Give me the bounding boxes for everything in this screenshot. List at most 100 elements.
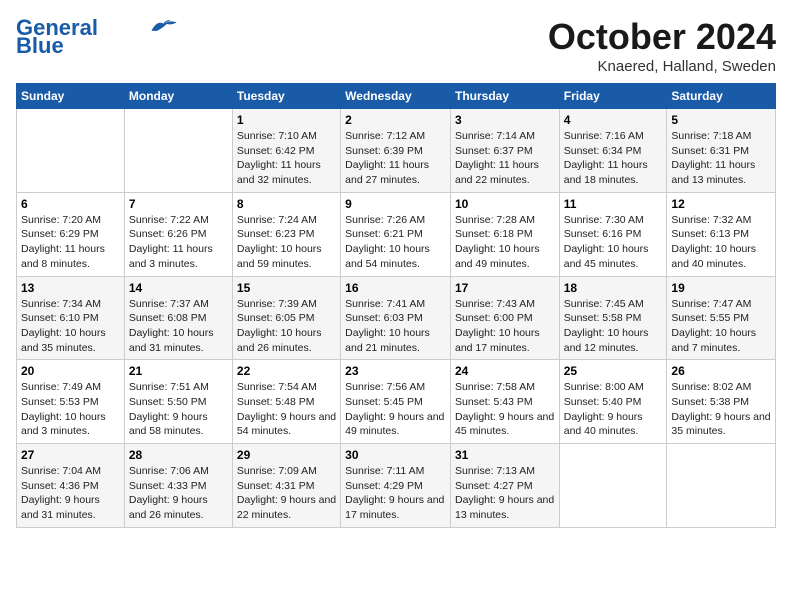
day-number: 2	[345, 113, 446, 127]
day-of-week-header: Tuesday	[232, 84, 340, 109]
day-number: 3	[455, 113, 555, 127]
calendar-cell: 5 Sunrise: 7:18 AM Sunset: 6:31 PM Daylig…	[667, 109, 776, 193]
day-info: Sunrise: 7:22 AM Sunset: 6:26 PM Dayligh…	[129, 213, 228, 272]
day-number: 19	[671, 281, 771, 295]
day-info: Sunrise: 7:47 AM Sunset: 5:55 PM Dayligh…	[671, 297, 771, 356]
day-info: Sunrise: 7:49 AM Sunset: 5:53 PM Dayligh…	[21, 380, 120, 439]
logo: General Blue	[16, 16, 178, 58]
day-number: 17	[455, 281, 555, 295]
calendar-cell: 21 Sunrise: 7:51 AM Sunset: 5:50 PM Dayli…	[124, 360, 232, 444]
day-number: 9	[345, 197, 446, 211]
day-number: 14	[129, 281, 228, 295]
calendar-cell: 2 Sunrise: 7:12 AM Sunset: 6:39 PM Daylig…	[341, 109, 451, 193]
calendar-cell: 14 Sunrise: 7:37 AM Sunset: 6:08 PM Dayli…	[124, 276, 232, 360]
day-info: Sunrise: 7:06 AM Sunset: 4:33 PM Dayligh…	[129, 464, 228, 523]
day-of-week-header: Friday	[559, 84, 667, 109]
page-header: General Blue October 2024 Knaered, Halla…	[16, 16, 776, 75]
logo-blue-text: Blue	[16, 34, 64, 58]
day-info: Sunrise: 7:56 AM Sunset: 5:45 PM Dayligh…	[345, 380, 446, 439]
day-of-week-header: Wednesday	[341, 84, 451, 109]
day-number: 6	[21, 197, 120, 211]
day-of-week-header: Saturday	[667, 84, 776, 109]
day-number: 26	[671, 364, 771, 378]
day-info: Sunrise: 7:58 AM Sunset: 5:43 PM Dayligh…	[455, 380, 555, 439]
day-info: Sunrise: 7:24 AM Sunset: 6:23 PM Dayligh…	[237, 213, 336, 272]
calendar-cell: 30 Sunrise: 7:11 AM Sunset: 4:29 PM Dayli…	[341, 444, 451, 528]
calendar-cell: 23 Sunrise: 7:56 AM Sunset: 5:45 PM Dayli…	[341, 360, 451, 444]
day-info: Sunrise: 7:10 AM Sunset: 6:42 PM Dayligh…	[237, 129, 336, 188]
calendar-cell: 11Sunrise: 7:30 AM Sunset: 6:16 PM Dayli…	[559, 192, 667, 276]
month-title: October 2024	[548, 16, 776, 58]
day-of-week-header: Sunday	[17, 84, 125, 109]
calendar-cell: 3 Sunrise: 7:14 AM Sunset: 6:37 PM Daylig…	[450, 109, 559, 193]
calendar-cell: 16 Sunrise: 7:41 AM Sunset: 6:03 PM Dayli…	[341, 276, 451, 360]
day-number: 10	[455, 197, 555, 211]
day-info: Sunrise: 7:45 AM Sunset: 5:58 PM Dayligh…	[564, 297, 663, 356]
day-number: 31	[455, 448, 555, 462]
day-number: 1	[237, 113, 336, 127]
day-number: 12	[671, 197, 771, 211]
day-of-week-header: Thursday	[450, 84, 559, 109]
calendar-cell: 9 Sunrise: 7:26 AM Sunset: 6:21 PM Daylig…	[341, 192, 451, 276]
calendar-cell	[559, 444, 667, 528]
day-number: 16	[345, 281, 446, 295]
day-info: Sunrise: 7:32 AM Sunset: 6:13 PM Dayligh…	[671, 213, 771, 272]
day-number: 15	[237, 281, 336, 295]
calendar-cell: 31 Sunrise: 7:13 AM Sunset: 4:27 PM Dayli…	[450, 444, 559, 528]
day-number: 20	[21, 364, 120, 378]
day-number: 21	[129, 364, 228, 378]
day-number: 22	[237, 364, 336, 378]
calendar-cell: 22 Sunrise: 7:54 AM Sunset: 5:48 PM Dayli…	[232, 360, 340, 444]
day-number: 13	[21, 281, 120, 295]
calendar-cell: 19 Sunrise: 7:47 AM Sunset: 5:55 PM Dayli…	[667, 276, 776, 360]
day-info: Sunrise: 7:14 AM Sunset: 6:37 PM Dayligh…	[455, 129, 555, 188]
day-number: 30	[345, 448, 446, 462]
day-info: Sunrise: 7:51 AM Sunset: 5:50 PM Dayligh…	[129, 380, 228, 439]
day-info: Sunrise: 7:41 AM Sunset: 6:03 PM Dayligh…	[345, 297, 446, 356]
calendar-cell: 29 Sunrise: 7:09 AM Sunset: 4:31 PM Dayli…	[232, 444, 340, 528]
calendar-cell: 6 Sunrise: 7:20 AM Sunset: 6:29 PM Daylig…	[17, 192, 125, 276]
day-info: Sunrise: 7:16 AM Sunset: 6:34 PM Dayligh…	[564, 129, 663, 188]
day-info: Sunrise: 7:12 AM Sunset: 6:39 PM Dayligh…	[345, 129, 446, 188]
calendar-cell	[124, 109, 232, 193]
calendar-cell: 28Sunrise: 7:06 AM Sunset: 4:33 PM Dayli…	[124, 444, 232, 528]
calendar-cell: 26 Sunrise: 8:02 AM Sunset: 5:38 PM Dayli…	[667, 360, 776, 444]
location: Knaered, Halland, Sweden	[548, 58, 776, 75]
day-info: Sunrise: 7:04 AM Sunset: 4:36 PM Dayligh…	[21, 464, 120, 523]
calendar-cell: 25 Sunrise: 8:00 AM Sunset: 5:40 PM Dayli…	[559, 360, 667, 444]
day-number: 24	[455, 364, 555, 378]
calendar-cell: 13 Sunrise: 7:34 AM Sunset: 6:10 PM Dayli…	[17, 276, 125, 360]
calendar-cell: 7Sunrise: 7:22 AM Sunset: 6:26 PM Daylig…	[124, 192, 232, 276]
day-info: Sunrise: 7:18 AM Sunset: 6:31 PM Dayligh…	[671, 129, 771, 188]
day-of-week-header: Monday	[124, 84, 232, 109]
day-number: 23	[345, 364, 446, 378]
title-block: October 2024 Knaered, Halland, Sweden	[548, 16, 776, 75]
day-info: Sunrise: 7:39 AM Sunset: 6:05 PM Dayligh…	[237, 297, 336, 356]
day-info: Sunrise: 7:37 AM Sunset: 6:08 PM Dayligh…	[129, 297, 228, 356]
day-number: 11	[564, 197, 663, 211]
day-info: Sunrise: 7:13 AM Sunset: 4:27 PM Dayligh…	[455, 464, 555, 523]
calendar-cell: 12 Sunrise: 7:32 AM Sunset: 6:13 PM Dayli…	[667, 192, 776, 276]
day-info: Sunrise: 7:54 AM Sunset: 5:48 PM Dayligh…	[237, 380, 336, 439]
day-info: Sunrise: 7:20 AM Sunset: 6:29 PM Dayligh…	[21, 213, 120, 272]
calendar-table: SundayMondayTuesdayWednesdayThursdayFrid…	[16, 83, 776, 528]
calendar-cell: 15 Sunrise: 7:39 AM Sunset: 6:05 PM Dayli…	[232, 276, 340, 360]
day-number: 8	[237, 197, 336, 211]
calendar-cell	[667, 444, 776, 528]
calendar-cell: 27Sunrise: 7:04 AM Sunset: 4:36 PM Dayli…	[17, 444, 125, 528]
day-number: 5	[671, 113, 771, 127]
day-info: Sunrise: 7:11 AM Sunset: 4:29 PM Dayligh…	[345, 464, 446, 523]
calendar-cell: 1 Sunrise: 7:10 AM Sunset: 6:42 PM Daylig…	[232, 109, 340, 193]
day-info: Sunrise: 7:34 AM Sunset: 6:10 PM Dayligh…	[21, 297, 120, 356]
day-number: 25	[564, 364, 663, 378]
day-info: Sunrise: 7:09 AM Sunset: 4:31 PM Dayligh…	[237, 464, 336, 523]
calendar-cell: 18Sunrise: 7:45 AM Sunset: 5:58 PM Dayli…	[559, 276, 667, 360]
calendar-cell: 4Sunrise: 7:16 AM Sunset: 6:34 PM Daylig…	[559, 109, 667, 193]
day-info: Sunrise: 8:00 AM Sunset: 5:40 PM Dayligh…	[564, 380, 663, 439]
day-info: Sunrise: 8:02 AM Sunset: 5:38 PM Dayligh…	[671, 380, 771, 439]
calendar-cell: 8 Sunrise: 7:24 AM Sunset: 6:23 PM Daylig…	[232, 192, 340, 276]
calendar-cell: 10 Sunrise: 7:28 AM Sunset: 6:18 PM Dayli…	[450, 192, 559, 276]
day-number: 29	[237, 448, 336, 462]
day-info: Sunrise: 7:26 AM Sunset: 6:21 PM Dayligh…	[345, 213, 446, 272]
day-info: Sunrise: 7:28 AM Sunset: 6:18 PM Dayligh…	[455, 213, 555, 272]
